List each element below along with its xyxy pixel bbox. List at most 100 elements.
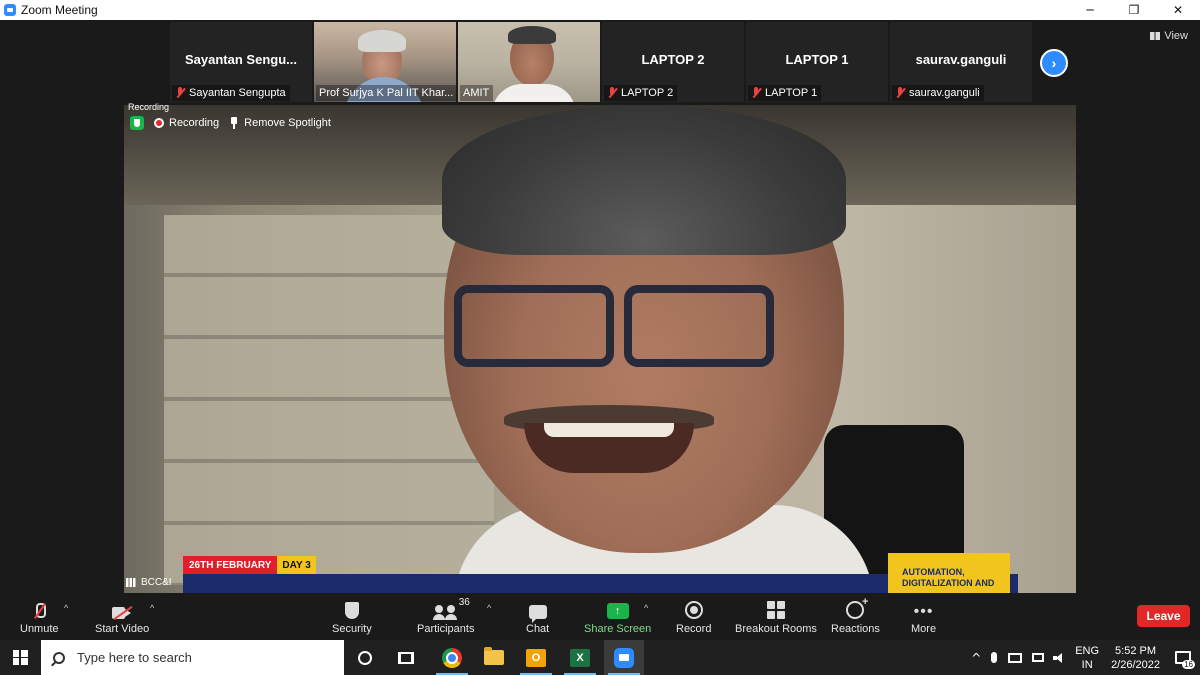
record-icon <box>684 601 703 619</box>
muted-mic-icon <box>34 603 47 619</box>
recording-indicator[interactable]: Recording <box>154 117 219 129</box>
excel-taskbar-button[interactable]: X <box>560 640 600 675</box>
participants-button[interactable]: 36 Participants <box>417 597 475 635</box>
more-button[interactable]: ••• More <box>911 599 937 636</box>
participant-name: Sayantan Sengu... <box>185 52 297 67</box>
search-icon <box>53 651 65 664</box>
encryption-shield-icon[interactable] <box>130 116 144 130</box>
outlook-taskbar-button[interactable]: O <box>516 640 556 675</box>
record-button[interactable]: Record <box>676 599 711 635</box>
more-icon-wrap: ••• <box>913 599 934 620</box>
taskbar-search-input[interactable] <box>77 650 327 665</box>
remove-spotlight-button[interactable]: Remove Spotlight <box>229 117 331 129</box>
chevron-right-icon: › <box>1051 55 1057 71</box>
record-dot-icon <box>154 118 164 128</box>
record-label: Record <box>676 623 712 635</box>
participant-tile-prof-surjya[interactable]: Prof Surjya K Pal IIT Khar... <box>314 22 456 102</box>
video-icon-wrap <box>112 599 133 621</box>
taskbar-clock[interactable]: 5:52 PM 2/26/2022 <box>1111 644 1160 672</box>
participant-label: LAPTOP 2 <box>604 85 678 101</box>
restore-button[interactable]: ❐ <box>1112 0 1156 20</box>
pin-icon <box>229 117 239 129</box>
participant-tile-laptop-2[interactable]: LAPTOP 2 LAPTOP 2 <box>602 22 744 102</box>
video-smile <box>524 423 694 473</box>
file-explorer-taskbar-button[interactable] <box>474 640 514 675</box>
video-options-caret[interactable]: ^ <box>150 603 154 613</box>
participant-label-text: Sayantan Sengupta <box>189 87 286 99</box>
recording-tiny-label: Recording <box>128 102 170 112</box>
more-label: More <box>911 623 937 635</box>
show-hidden-icons-button[interactable]: ^ <box>967 640 985 675</box>
participant-label: LAPTOP 1 <box>748 85 822 101</box>
minimize-button[interactable]: ─ <box>1068 0 1112 20</box>
window-titlebar: Zoom Meeting ─ ❐ ✕ <box>0 0 1200 20</box>
spotlight-video[interactable] <box>124 105 1076 593</box>
participant-tile-sayantan[interactable]: Sayantan Sengu... Sayantan Sengupta <box>170 22 312 102</box>
event-banner-line: AUTOMATION, <box>902 567 965 577</box>
breakout-rooms-icon <box>766 601 785 619</box>
chat-icon-wrap <box>528 599 547 623</box>
event-day: DAY 3 <box>277 556 316 574</box>
grid-view-icon <box>1150 32 1161 40</box>
breakout-rooms-label: Breakout Rooms <box>735 623 817 635</box>
participant-label-text: AMIT <box>463 87 490 99</box>
close-button[interactable]: ✕ <box>1156 0 1200 20</box>
participants-label: Participants <box>417 623 475 635</box>
chrome-taskbar-button[interactable] <box>432 640 472 675</box>
more-dots-icon: ••• <box>913 603 934 620</box>
video-off-icon <box>112 605 133 621</box>
reactions-button[interactable]: Reactions <box>831 596 880 635</box>
audio-options-caret[interactable]: ^ <box>64 603 68 613</box>
zoom-icon <box>614 647 634 668</box>
shield-icon-wrap <box>344 599 359 619</box>
monitor-tray-icon[interactable] <box>1027 640 1049 675</box>
shield-icon <box>344 602 359 619</box>
recording-status-bar: Recording Recording Remove Spotlight <box>128 102 331 132</box>
participant-tile-amit[interactable]: AMIT <box>458 22 600 102</box>
chrome-icon <box>442 647 462 668</box>
cortana-button[interactable] <box>345 640 385 675</box>
participant-tile-saurav[interactable]: saurav.ganguli saurav.ganguli <box>890 22 1032 102</box>
volume-tray-icon[interactable] <box>1049 640 1071 675</box>
next-page-button[interactable]: › <box>1040 49 1068 77</box>
zoom-taskbar-button[interactable] <box>604 640 644 675</box>
unmute-button[interactable]: Unmute <box>20 599 59 635</box>
video-background-blinds <box>164 215 494 585</box>
security-button[interactable]: Security <box>332 599 372 635</box>
muted-mic-icon <box>607 87 617 99</box>
language-region: IN <box>1081 658 1093 671</box>
rooms-icon-wrap <box>766 599 785 619</box>
unmute-label: Unmute <box>20 623 59 635</box>
participant-label: AMIT <box>460 85 494 101</box>
participant-tile-laptop-1[interactable]: LAPTOP 1 LAPTOP 1 <box>746 22 888 102</box>
network-tray-icon[interactable] <box>1003 640 1027 675</box>
participant-name: LAPTOP 2 <box>641 52 705 67</box>
participant-label-text: LAPTOP 2 <box>621 87 674 99</box>
muted-mic-icon <box>175 87 185 99</box>
participants-count: 36 <box>458 597 470 608</box>
record-icon-wrap <box>684 599 703 619</box>
video-person-hair <box>442 105 846 255</box>
muted-mic-icon <box>895 87 905 99</box>
chat-icon <box>528 605 547 623</box>
share-screen-button[interactable]: ↑ Share Screen <box>584 599 651 635</box>
participants-options-caret[interactable]: ^ <box>487 603 491 613</box>
input-language-indicator[interactable]: ENG IN <box>1075 644 1099 672</box>
event-banner-line: DIGITALIZATION AND <box>902 578 995 588</box>
taskbar-search[interactable] <box>41 640 344 675</box>
start-button[interactable] <box>0 640 40 675</box>
view-button[interactable]: View <box>1150 30 1188 42</box>
breakout-rooms-button[interactable]: Breakout Rooms <box>735 599 817 635</box>
participant-name: saurav.ganguli <box>915 52 1007 67</box>
participant-label: Sayantan Sengupta <box>172 85 290 101</box>
task-view-button[interactable] <box>386 640 426 675</box>
action-center-button[interactable]: 16 <box>1170 640 1196 675</box>
meeting-toolbar: Unmute ^ Start Video ^ Security 36 Parti… <box>0 595 1200 640</box>
start-video-button[interactable]: Start Video <box>95 599 149 635</box>
microphone-tray-icon[interactable] <box>985 640 1003 675</box>
share-options-caret[interactable]: ^ <box>644 603 648 613</box>
participant-name: LAPTOP 1 <box>785 52 849 67</box>
participant-label-text: Prof Surjya K Pal IIT Khar... <box>319 87 454 99</box>
chat-button[interactable]: Chat <box>526 599 549 635</box>
leave-button[interactable]: Leave <box>1137 605 1190 627</box>
